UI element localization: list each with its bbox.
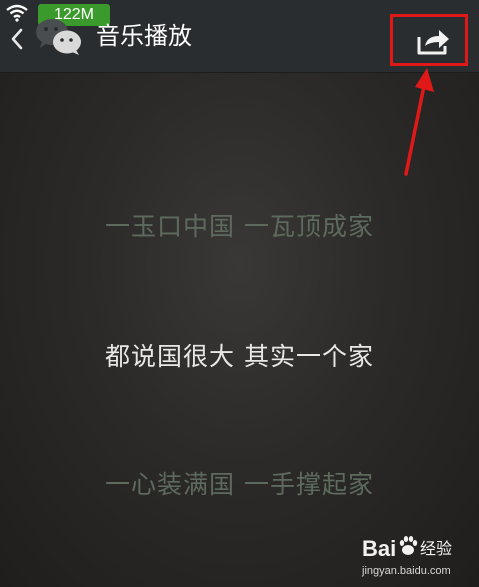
top-bar: 122M 音乐播放 — [0, 0, 479, 73]
back-button[interactable] — [6, 24, 28, 54]
baidu-jingyan-watermark: Bai 经验 jingyan.baidu.com — [362, 530, 474, 584]
wechat-logo-icon — [36, 19, 81, 55]
watermark-name: 经验 — [420, 539, 453, 558]
lyric-line-current: 都说国很大 其实一个家 — [105, 342, 374, 371]
watermark-brand: Bai — [362, 536, 397, 561]
share-icon — [417, 30, 449, 55]
red-arrow-icon — [404, 68, 434, 176]
lyric-line-next: 一心装满国 一手撑起家 — [105, 470, 374, 499]
watermark-url: jingyan.baidu.com — [362, 565, 451, 577]
share-button[interactable] — [390, 14, 468, 66]
wifi-icon — [6, 4, 28, 22]
lyric-line-previous: 一玉口中国 一瓦顶成家 — [105, 212, 374, 241]
baidu-paw-icon — [399, 536, 418, 555]
page-title: 音乐播放 — [96, 22, 192, 50]
